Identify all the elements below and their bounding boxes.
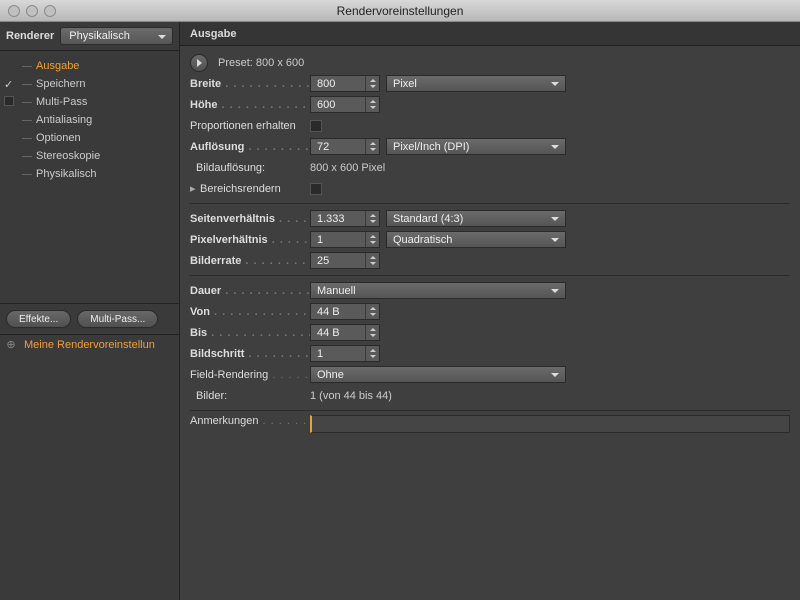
width-unit-combo[interactable]: Pixel: [386, 75, 566, 92]
resolution-label: Auflösung: [190, 141, 310, 153]
aspect-label: Seitenverhältnis: [190, 213, 310, 225]
image-resolution-value: 800 x 600 Pixel: [310, 162, 385, 174]
spinner-icon[interactable]: [365, 232, 379, 247]
sidebar-item-label: Stereoskopie: [22, 150, 100, 162]
checkbox-off-icon[interactable]: [4, 96, 16, 108]
width-input[interactable]: 800: [310, 75, 380, 92]
spinner-icon[interactable]: [365, 97, 379, 112]
to-label: Bis: [190, 327, 310, 339]
preset-line: Preset: 800 x 600: [218, 57, 304, 69]
sidebar-item-physikalisch[interactable]: Physikalisch: [0, 165, 179, 183]
step-label: Bildschritt: [190, 348, 310, 360]
renderer-label: Renderer: [6, 30, 54, 42]
frames-value: 1 (von 44 bis 44): [310, 390, 392, 402]
resolution-unit-combo[interactable]: Pixel/Inch (DPI): [386, 138, 566, 155]
sidebar-tree: Ausgabe Speichern Multi-Pass Antialiasing Op…: [0, 50, 179, 304]
pixel-aspect-combo[interactable]: Quadratisch: [386, 231, 566, 248]
height-input[interactable]: 600: [310, 96, 380, 113]
preset-expand-icon: ⊕: [4, 338, 18, 351]
sidebar-item-multi-pass[interactable]: Multi-Pass: [0, 93, 179, 111]
from-label: Von: [190, 306, 310, 318]
resolution-input[interactable]: 72: [310, 138, 380, 155]
renderer-dropdown[interactable]: Physikalisch: [60, 27, 173, 45]
window-titlebar: Rendervoreinstellungen: [0, 0, 800, 22]
renderer-dropdown-value: Physikalisch: [69, 30, 130, 42]
sidebar-item-optionen[interactable]: Optionen: [0, 129, 179, 147]
from-input[interactable]: 44 B: [310, 303, 380, 320]
pixel-aspect-input[interactable]: 1: [310, 231, 380, 248]
height-label: Höhe: [190, 99, 310, 111]
fps-input[interactable]: 25: [310, 252, 380, 269]
field-render-combo[interactable]: Ohne: [310, 366, 566, 383]
region-render-label: Bereichsrendern: [200, 183, 310, 195]
sidebar-item-label: Optionen: [22, 132, 81, 144]
frames-label: Bilder:: [190, 390, 310, 402]
aspect-combo[interactable]: Standard (4:3): [386, 210, 566, 227]
spinner-icon[interactable]: [365, 325, 379, 340]
notes-textarea[interactable]: [310, 415, 790, 433]
sidebar-item-label: Ausgabe: [22, 60, 79, 72]
spinner-icon[interactable]: [365, 211, 379, 226]
duration-label: Dauer: [190, 285, 310, 297]
field-render-label: Field-Rendering: [190, 369, 310, 381]
effects-button[interactable]: Effekte...: [6, 310, 71, 328]
panel-body: Preset: 800 x 600 Breite 800 Pixel Höhe …: [180, 46, 800, 600]
pixel-aspect-label: Pixelverhältnis: [190, 234, 310, 246]
checkbox-on-icon[interactable]: [4, 78, 16, 90]
to-input[interactable]: 44 B: [310, 324, 380, 341]
sidebar-item-antialiasing[interactable]: Antialiasing: [0, 111, 179, 129]
spinner-icon[interactable]: [365, 253, 379, 268]
region-render-checkbox[interactable]: [310, 183, 322, 195]
notes-label: Anmerkungen: [190, 415, 310, 427]
sidebar-item-label: Antialiasing: [22, 114, 92, 126]
panel-title: Ausgabe: [180, 22, 800, 46]
spinner-icon[interactable]: [365, 76, 379, 91]
fps-label: Bilderrate: [190, 255, 310, 267]
spinner-icon[interactable]: [365, 139, 379, 154]
sidebar-item-label: Physikalisch: [22, 168, 97, 180]
step-input[interactable]: 1: [310, 345, 380, 362]
window-title: Rendervoreinstellungen: [0, 4, 800, 18]
spinner-icon[interactable]: [365, 304, 379, 319]
image-resolution-label: Bildauflösung:: [190, 162, 310, 174]
width-label: Breite: [190, 78, 310, 90]
keep-proportions-label: Proportionen erhalten: [190, 120, 310, 132]
preset-play-button[interactable]: [190, 54, 208, 72]
multipass-button[interactable]: Multi-Pass...: [77, 310, 158, 328]
keep-proportions-checkbox[interactable]: [310, 120, 322, 132]
spinner-icon[interactable]: [365, 346, 379, 361]
sidebar-item-ausgabe[interactable]: Ausgabe: [0, 57, 179, 75]
aspect-input[interactable]: 1.333: [310, 210, 380, 227]
sidebar-item-stereoskopie[interactable]: Stereoskopie: [0, 147, 179, 165]
preset-bar[interactable]: ⊕ Meine Rendervoreinstellun: [0, 334, 179, 354]
sidebar-item-label: Multi-Pass: [22, 96, 87, 108]
sidebar-item-label: Speichern: [22, 78, 86, 90]
sidebar: Renderer Physikalisch Ausgabe Speichern Mu…: [0, 22, 180, 600]
preset-name: Meine Rendervoreinstellun: [24, 339, 155, 351]
sidebar-item-speichern[interactable]: Speichern: [0, 75, 179, 93]
duration-combo[interactable]: Manuell: [310, 282, 566, 299]
disclosure-icon[interactable]: ▸: [190, 182, 200, 195]
